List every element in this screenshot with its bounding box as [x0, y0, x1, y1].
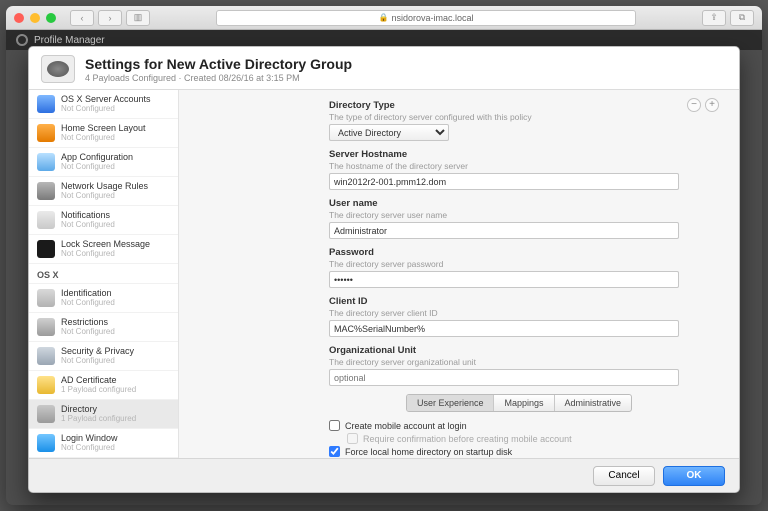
- sidebar-button[interactable]: ▥: [126, 10, 150, 26]
- sidebar-item-app-configuration[interactable]: App ConfigurationNot Configured: [29, 148, 178, 177]
- directory-icon: [37, 405, 55, 423]
- require-confirmation-checkbox: Require confirmation before creating mob…: [347, 433, 709, 444]
- hostname-hint: The hostname of the directory server: [329, 161, 679, 171]
- grid-icon: [37, 124, 55, 142]
- subtab-segmented: User Experience Mappings Administrative: [406, 394, 632, 412]
- sidebar-item-ad-certificate[interactable]: AD Certificate1 Payload configured: [29, 371, 178, 400]
- tab-administrative[interactable]: Administrative: [555, 395, 632, 411]
- sheet-subtitle: 4 Payloads Configured · Created 08/26/16…: [85, 73, 352, 83]
- sidebar-item-security-privacy[interactable]: Security & PrivacyNot Configured: [29, 342, 178, 371]
- profile-icon: [41, 55, 75, 83]
- network-icon: [37, 182, 55, 200]
- hostname-input[interactable]: [329, 173, 679, 190]
- zoom-icon[interactable]: [46, 13, 56, 23]
- username-label: User name: [329, 198, 679, 209]
- clientid-label: Client ID: [329, 296, 679, 307]
- cancel-button[interactable]: Cancel: [593, 466, 655, 486]
- bell-icon: [37, 211, 55, 229]
- restrict-icon: [37, 318, 55, 336]
- sidebar-section-osx: OS X: [29, 264, 178, 284]
- sidebar-item-directory[interactable]: Directory1 Payload configured: [29, 400, 178, 429]
- sheet-header: Settings for New Active Directory Group …: [29, 47, 739, 90]
- force-local-home-checkbox[interactable]: Force local home directory on startup di…: [329, 446, 709, 457]
- remove-payload-button[interactable]: −: [687, 98, 701, 112]
- window-controls: [14, 13, 56, 23]
- sheet-footer: Cancel OK: [29, 458, 739, 492]
- login-icon: [37, 434, 55, 452]
- id-icon: [37, 289, 55, 307]
- orgunit-label: Organizational Unit: [329, 345, 679, 356]
- back-button[interactable]: ‹: [70, 10, 94, 26]
- sidebar-item-identification[interactable]: IdentificationNot Configured: [29, 284, 178, 313]
- ok-button[interactable]: OK: [663, 466, 725, 486]
- create-mobile-checkbox[interactable]: Create mobile account at login: [329, 420, 709, 431]
- orgunit-input[interactable]: [329, 369, 679, 386]
- titlebar: ‹ › ▥ 🔒 nsidorova-imac.local ⇪ ⧉: [6, 6, 762, 30]
- sheet-title: Settings for New Active Directory Group: [85, 56, 352, 72]
- minimize-icon[interactable]: [30, 13, 40, 23]
- tab-mappings[interactable]: Mappings: [494, 395, 554, 411]
- orgunit-hint: The directory server organizational unit: [329, 357, 679, 367]
- sidebar-item-lock-screen[interactable]: Lock Screen MessageNot Configured: [29, 235, 178, 264]
- share-button[interactable]: ⇪: [702, 10, 726, 26]
- forward-button[interactable]: ›: [98, 10, 122, 26]
- clientid-input[interactable]: [329, 320, 679, 337]
- browser-window: ‹ › ▥ 🔒 nsidorova-imac.local ⇪ ⧉ Profile…: [6, 6, 762, 505]
- close-icon[interactable]: [14, 13, 24, 23]
- tab-user-experience[interactable]: User Experience: [407, 395, 495, 411]
- sidebar-item-login-window[interactable]: Login WindowNot Configured: [29, 429, 178, 458]
- certificate-icon: [37, 376, 55, 394]
- phone-icon: [37, 240, 55, 258]
- globe-icon: [37, 95, 55, 113]
- app-strip-icon: [16, 34, 28, 46]
- sidebar-item-notifications[interactable]: NotificationsNot Configured: [29, 206, 178, 235]
- form-area: − + Directory Type The type of directory…: [179, 90, 739, 458]
- directory-type-hint: The type of directory server configured …: [329, 112, 679, 122]
- app-strip-title: Profile Manager: [34, 35, 105, 46]
- address-bar[interactable]: 🔒 nsidorova-imac.local: [216, 10, 636, 26]
- hostname-label: Server Hostname: [329, 149, 679, 160]
- settings-sheet: Settings for New Active Directory Group …: [28, 46, 740, 493]
- lock-icon: 🔒: [378, 13, 388, 22]
- payload-sidebar[interactable]: OS X Server AccountsNot Configured Home …: [29, 90, 179, 458]
- directory-type-select[interactable]: Active Directory: [329, 124, 449, 141]
- url-text: nsidorova-imac.local: [391, 13, 473, 23]
- directory-type-label: Directory Type: [329, 100, 679, 111]
- password-label: Password: [329, 247, 679, 258]
- username-input[interactable]: [329, 222, 679, 239]
- sidebar-item-restrictions[interactable]: RestrictionsNot Configured: [29, 313, 178, 342]
- sidebar-item-osx-server-accounts[interactable]: OS X Server AccountsNot Configured: [29, 90, 178, 119]
- password-input[interactable]: [329, 271, 679, 288]
- app-icon: [37, 153, 55, 171]
- shield-icon: [37, 347, 55, 365]
- sidebar-item-network-usage[interactable]: Network Usage RulesNot Configured: [29, 177, 178, 206]
- sidebar-item-home-screen-layout[interactable]: Home Screen LayoutNot Configured: [29, 119, 178, 148]
- add-payload-button[interactable]: +: [705, 98, 719, 112]
- tabs-button[interactable]: ⧉: [730, 10, 754, 26]
- username-hint: The directory server user name: [329, 210, 679, 220]
- password-hint: The directory server password: [329, 259, 679, 269]
- clientid-hint: The directory server client ID: [329, 308, 679, 318]
